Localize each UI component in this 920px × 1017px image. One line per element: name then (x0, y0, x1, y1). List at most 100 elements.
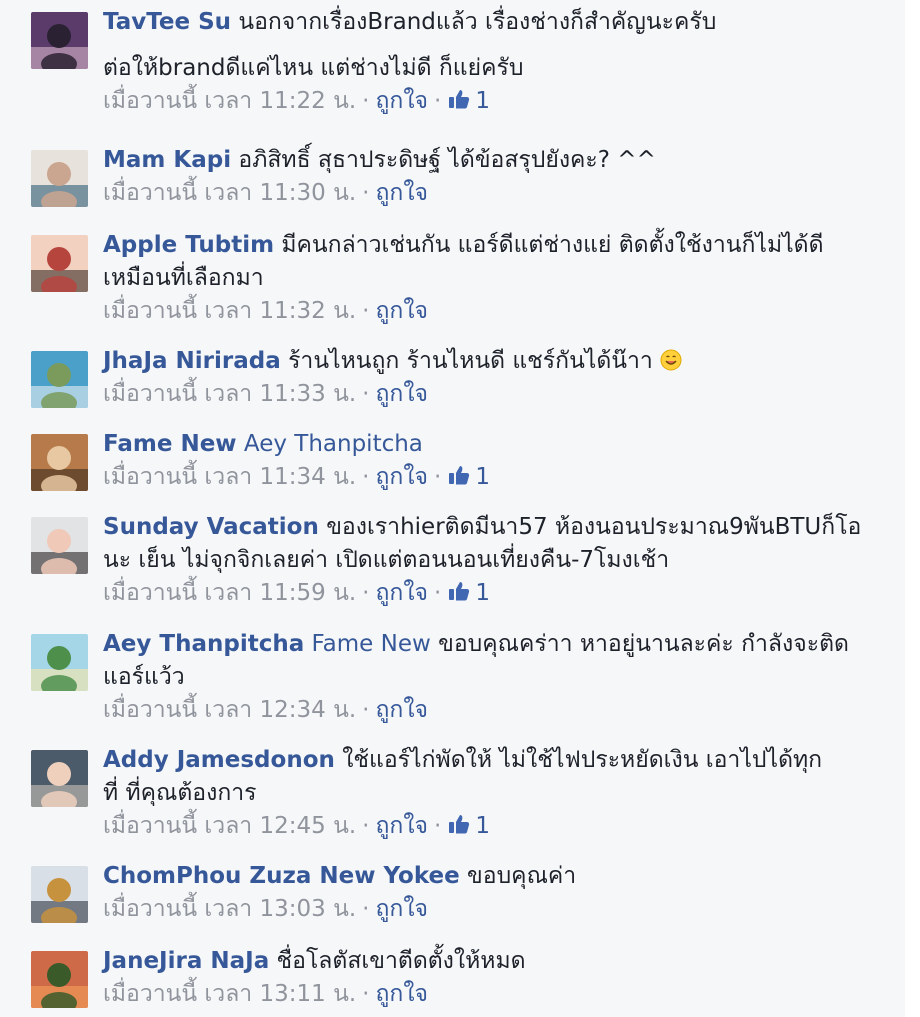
timestamp[interactable]: เมื่อวานนี้ เวลา 12:45 น. (103, 813, 356, 839)
emoji (660, 348, 682, 374)
comment-text-line: Mam Kapi อภิสิทธิ์ สุธาประดิษฐ์ ได้ข้อสร… (103, 144, 863, 177)
comment-author-link[interactable]: Sunday Vacation (103, 514, 319, 540)
like-button[interactable]: ถูกใจ (375, 180, 428, 206)
avatar[interactable] (31, 150, 88, 207)
comment-text-line: ที่ ที่คุณต้องการ (103, 780, 257, 806)
comment-text: ชื่อโลตัสเขาตีดตั้งให้หมด (276, 948, 526, 974)
like-button[interactable]: ถูกใจ (375, 896, 428, 922)
timestamp[interactable]: เมื่อวานนี้ เวลา 13:11 น. (103, 981, 356, 1007)
avatar[interactable] (31, 351, 88, 408)
comment-text-line: เหมือนที่เลือกมา (103, 265, 264, 291)
separator-dot: · (362, 180, 370, 206)
separator-dot: · (434, 813, 442, 839)
smile-emoji-icon (660, 349, 682, 371)
like-count[interactable]: 1 (447, 464, 490, 490)
avatar[interactable] (31, 12, 88, 69)
like-button[interactable]: ถูกใจ (375, 813, 428, 839)
timestamp[interactable]: เมื่อวานนี้ เวลา 11:30 น. (103, 180, 356, 206)
scrollbar-track[interactable] (905, 0, 920, 1017)
avatar[interactable] (31, 634, 88, 691)
comment-text-line: แอร์แว้ว (103, 664, 185, 690)
like-button[interactable]: ถูกใจ (375, 981, 428, 1007)
comment-author-link[interactable]: Mam Kapi (103, 147, 231, 173)
comment-author-link[interactable]: JaneJira NaJa (103, 948, 269, 974)
comment-text: อภิสิทธิ์ สุธาประดิษฐ์ ได้ข้อสรุปยังคะ? … (238, 147, 656, 173)
comment-meta: เมื่อวานนี้ เวลา 11:34 น. · ถูกใจ · 1 (103, 461, 863, 494)
comment-text-line: Addy Jamesdonon ใช้แอร์ไก่พัดให้ ไม่ใช้ไ… (103, 744, 863, 777)
comment-author-link[interactable]: Addy Jamesdonon (103, 747, 335, 773)
comment-author-link[interactable]: ChomPhou Zuza New Yokee (103, 863, 460, 889)
comment-text: มีคนกล่าวเช่นกัน แอร์ดีแต่ช่างแย่ ติดตั้… (281, 232, 824, 258)
separator-dot: · (362, 464, 370, 490)
like-count[interactable]: 1 (447, 88, 490, 114)
comment-body: Aey Thanpitcha Fame New ขอบคุณคร่าา หาอย… (103, 628, 863, 727)
timestamp[interactable]: เมื่อวานนี้ เวลา 11:59 น. (103, 580, 356, 606)
comment-meta: เมื่อวานนี้ เวลา 13:11 น. · ถูกใจ (103, 978, 863, 1011)
comment-text-line: ChomPhou Zuza New Yokee ขอบคุณค่า (103, 860, 863, 893)
tagged-user-link[interactable]: Aey Thanpitcha (244, 431, 423, 457)
avatar[interactable] (31, 235, 88, 292)
comment-text: ของเราhierติดมีนา57 ห้องนอนประมาณ9พันBTU… (326, 514, 862, 540)
separator-dot: · (362, 381, 370, 407)
like-count[interactable]: 1 (447, 813, 490, 839)
like-button[interactable]: ถูกใจ (375, 580, 428, 606)
comment-meta: เมื่อวานนี้ เวลา 12:34 น. · ถูกใจ (103, 694, 863, 727)
avatar[interactable] (31, 517, 88, 574)
comment-meta: เมื่อวานนี้ เวลา 13:03 น. · ถูกใจ (103, 893, 863, 926)
comment-body: JhaJa Nirirada ร้านไหนถูก ร้านไหนดี แชร์… (103, 345, 863, 411)
like-count-value: 1 (475, 813, 490, 839)
separator-dot: · (362, 896, 370, 922)
comment-body: TavTee Su นอกจากเรื่องBrandแล้ว เรื่องช่… (103, 6, 863, 118)
avatar[interactable] (31, 951, 88, 1008)
timestamp[interactable]: เมื่อวานนี้ เวลา 12:34 น. (103, 697, 356, 723)
like-button[interactable]: ถูกใจ (375, 697, 428, 723)
comment-body: Mam Kapi อภิสิทธิ์ สุธาประดิษฐ์ ได้ข้อสร… (103, 144, 863, 210)
comment-thread: TavTee Su นอกจากเรื่องBrandแล้ว เรื่องช่… (0, 0, 905, 1017)
separator-dot: · (362, 697, 370, 723)
timestamp[interactable]: เมื่อวานนี้ เวลา 11:32 น. (103, 298, 356, 324)
comment-body: ChomPhou Zuza New Yokee ขอบคุณค่า เมื่อวา… (103, 860, 863, 926)
comment-text: ขอบคุณค่า (467, 863, 577, 889)
comment-meta: เมื่อวานนี้ เวลา 11:22 น. · ถูกใจ · 1 (103, 85, 863, 118)
like-count-value: 1 (475, 88, 490, 114)
comment-text: นอกจากเรื่องBrandแล้ว เรื่องช่างก็สำคัญน… (238, 9, 717, 35)
avatar[interactable] (31, 866, 88, 923)
comment-author-link[interactable]: Aey Thanpitcha (103, 631, 304, 657)
like-button[interactable]: ถูกใจ (375, 298, 428, 324)
like-button[interactable]: ถูกใจ (375, 381, 428, 407)
comment-body: Fame New Aey Thanpitcha เมื่อวานนี้ เวลา… (103, 428, 863, 494)
comment-text-line: Apple Tubtim มีคนกล่าวเช่นกัน แอร์ดีแต่ช… (103, 229, 863, 262)
comment-author-link[interactable]: Fame New (103, 431, 237, 457)
avatar[interactable] (31, 750, 88, 807)
comment-text-line: นะ เย็น ไม่จุกจิกเลยค่า เปิดแต่ตอนนอนเที… (103, 547, 670, 573)
thumbs-up-icon (449, 466, 470, 485)
comment-author-link[interactable]: JhaJa Nirirada (103, 348, 281, 374)
separator-dot: · (362, 298, 370, 324)
comment-meta: เมื่อวานนี้ เวลา 12:45 น. · ถูกใจ · 1 (103, 810, 863, 843)
separator-dot: · (434, 580, 442, 606)
comment-text: ใช้แอร์ไก่พัดให้ ไม่ใช้ไฟประหยัดเงิน เอา… (342, 747, 823, 773)
separator-dot: · (362, 88, 370, 114)
timestamp[interactable]: เมื่อวานนี้ เวลา 13:03 น. (103, 896, 356, 922)
comment-author-link[interactable]: Apple Tubtim (103, 232, 274, 258)
thumbs-up-icon (449, 815, 470, 834)
comment-body: Apple Tubtim มีคนกล่าวเช่นกัน แอร์ดีแต่ช… (103, 229, 863, 328)
timestamp[interactable]: เมื่อวานนี้ เวลา 11:33 น. (103, 381, 356, 407)
thumbs-up-icon (449, 90, 470, 109)
thumbs-up-icon (449, 582, 470, 601)
comment-text-line: Aey Thanpitcha Fame New ขอบคุณคร่าา หาอย… (103, 628, 863, 661)
avatar[interactable] (31, 434, 88, 491)
like-button[interactable]: ถูกใจ (375, 88, 428, 114)
comment-text-line: ต่อให้brandดีแค่ไหน แต่ช่างไม่ดี ก็แย่คร… (103, 55, 524, 81)
tagged-user-link[interactable]: Fame New (312, 631, 431, 657)
comment-body: Addy Jamesdonon ใช้แอร์ไก่พัดให้ ไม่ใช้ไ… (103, 744, 863, 843)
comment-text-line: Fame New Aey Thanpitcha (103, 428, 863, 461)
comment-text-line: JaneJira NaJa ชื่อโลตัสเขาตีดตั้งให้หมด (103, 945, 863, 978)
like-button[interactable]: ถูกใจ (375, 464, 428, 490)
line-break (103, 39, 863, 52)
like-count[interactable]: 1 (447, 580, 490, 606)
comment-author-link[interactable]: TavTee Su (103, 9, 231, 35)
comment-meta: เมื่อวานนี้ เวลา 11:33 น. · ถูกใจ (103, 378, 863, 411)
timestamp[interactable]: เมื่อวานนี้ เวลา 11:22 น. (103, 88, 356, 114)
timestamp[interactable]: เมื่อวานนี้ เวลา 11:34 น. (103, 464, 356, 490)
